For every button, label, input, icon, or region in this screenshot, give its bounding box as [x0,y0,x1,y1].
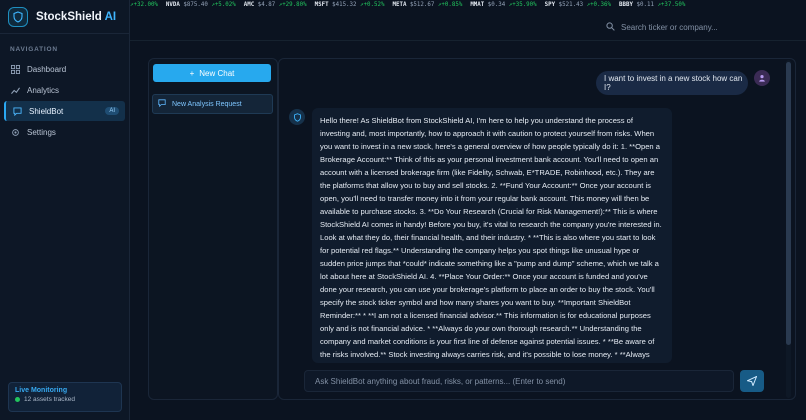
live-monitoring-card: Live Monitoring 12 assets tracked [8,382,122,412]
status-dot-icon [15,397,20,402]
user-message-text: I want to invest in a new stock how can … [604,74,743,92]
bot-message: Hello there! As ShieldBot from StockShie… [312,108,672,363]
search-icon [606,22,615,33]
ticker-item: ↗+32.00% [130,2,158,8]
ticker-item: MSFT $415.32 ↗+0.52% [314,2,385,8]
sidebar-item-shieldbot[interactable]: ShieldBot AI [4,101,125,121]
sidebar-item-label: Settings [27,127,56,137]
header-divider [130,40,806,41]
user-avatar-icon [754,70,770,86]
sidebar-item-analytics[interactable]: Analytics [4,80,125,100]
chat-scrollbar-thumb[interactable] [786,62,791,345]
ticker-item: META $512.67 ↗+0.85% [392,2,463,8]
ticker-item: NVDA $875.40 ↗+5.02% [165,2,236,8]
brand-name: StockShield AI [36,10,117,23]
send-button[interactable] [740,370,764,392]
message-composer[interactable] [304,370,734,392]
grid-icon [10,64,20,74]
stock-ticker: ↗+32.00% NVDA $875.40 ↗+5.02% AMC $4.87 … [130,0,806,10]
gear-icon [10,127,20,137]
send-icon [745,374,758,389]
sidebar-item-label: Analytics [27,85,60,95]
bot-shield-icon [289,109,305,125]
chart-icon [10,85,20,95]
new-chat-label: New Chat [199,68,235,78]
ticker-item: SPY $521.43 ↗+0.36% [544,2,612,8]
live-monitoring-title: Live Monitoring [15,387,68,394]
assets-tracked-count: 12 assets tracked [24,396,75,403]
chat-bubble-icon [158,99,166,109]
chat-icon [12,106,22,116]
sidebar-item-label: ShieldBot [29,106,64,116]
sidebar: StockShield AI NAVIGATION Dashboard Anal… [0,0,130,420]
ticker-item: BBBY $0.11 ↗+37.50% [619,2,686,8]
chat-history-label: New Analysis Request [172,100,242,108]
shield-logo-icon [8,6,28,27]
ticker-item: AMC $4.87 ↗+29.80% [243,2,307,8]
search-bar[interactable] [596,19,801,36]
plus-icon: + [189,68,195,78]
sidebar-item-label: Dashboard [27,64,67,74]
nav-section-label: NAVIGATION [10,46,58,53]
message-input[interactable] [315,376,715,386]
ticker-item: MMAT $0.34 ↗+35.90% [470,2,537,8]
search-input[interactable] [621,23,791,32]
sidebar-item-settings[interactable]: Settings [4,122,125,142]
ai-badge: AI [105,107,119,115]
new-chat-button[interactable]: + New Chat [153,64,271,82]
sidebar-item-dashboard[interactable]: Dashboard [4,59,125,79]
brand[interactable]: StockShield AI [0,0,129,34]
user-message: I want to invest in a new stock how can … [596,71,748,95]
chat-history-item[interactable]: New Analysis Request [152,94,273,114]
bot-message-text: Hello there! As ShieldBot from StockShie… [320,116,662,359]
